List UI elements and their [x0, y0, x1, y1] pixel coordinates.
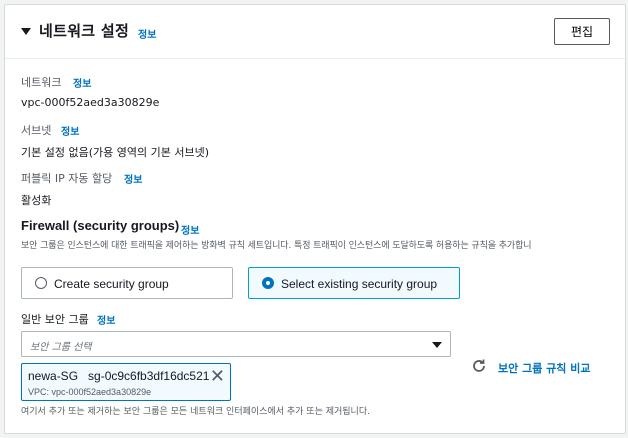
public-ip-value: 활성화 — [21, 194, 52, 207]
network-value: vpc-000f52aed3a30829e — [21, 96, 160, 109]
select-placeholder: 보안 그룹 선택 — [30, 342, 92, 353]
public-ip-label: 퍼블릭 IP 자동 할당 — [21, 172, 113, 185]
select-existing-sg-label: Select existing security group — [281, 277, 438, 291]
token-name: newa-SG sg-0c9c6fb3df16dc521 — [28, 369, 210, 383]
token-vpc: VPC: vpc-000f52aed3a30829e — [28, 387, 152, 397]
network-info-link[interactable]: 정보 — [73, 75, 91, 90]
firewall-info-link[interactable]: 정보 — [181, 222, 199, 237]
public-ip-info-link[interactable]: 정보 — [124, 171, 142, 186]
compare-sg-rules-button[interactable]: 보안 그룹 규칙 비교 — [471, 357, 611, 377]
title-info-link[interactable]: 정보 — [138, 26, 156, 41]
compare-sg-rules-label: 보안 그룹 규칙 비교 — [498, 362, 591, 375]
radio-select-existing-sg[interactable] — [262, 277, 274, 289]
chevron-down-icon[interactable] — [432, 342, 442, 348]
panel-header: 네트워크 설정 정보 편집 — [5, 5, 625, 59]
common-sg-label: 일반 보안 그룹 — [21, 313, 89, 326]
common-sg-info-link[interactable]: 정보 — [97, 312, 115, 327]
create-security-group-option[interactable]: Create security group — [21, 267, 233, 299]
select-existing-security-group-option[interactable]: Select existing security group — [248, 267, 460, 299]
subnet-info-link[interactable]: 정보 — [61, 123, 79, 138]
security-group-footnote: 여기서 추가 또는 제거하는 보안 그룹은 모든 네트워크 인터페이스에서 추가… — [21, 407, 370, 417]
create-sg-label: Create security group — [54, 277, 169, 291]
radio-create-sg[interactable] — [35, 277, 47, 289]
close-icon[interactable]: ✕ — [210, 366, 225, 386]
subnet-value: 기본 설정 없음(가용 영역의 기본 서브넷) — [21, 146, 209, 159]
network-label: 네트워크 — [21, 76, 62, 89]
edit-button[interactable]: 편집 — [554, 18, 610, 45]
firewall-description: 보안 그룹은 인스턴스에 대한 트래픽을 제어하는 방화벽 규칙 세트입니다. … — [21, 241, 532, 251]
selected-sg-token: newa-SG sg-0c9c6fb3df16dc521 VPC: vpc-00… — [21, 363, 231, 401]
network-settings-panel: 네트워크 설정 정보 편집 네트워크 정보 vpc-000f52aed3a308… — [4, 4, 626, 434]
page-title: 네트워크 설정 — [39, 22, 130, 40]
security-group-select[interactable]: 보안 그룹 선택 — [21, 331, 451, 357]
firewall-title: Firewall (security groups) — [21, 218, 180, 233]
subnet-label: 서브넷 — [21, 124, 52, 137]
refresh-icon — [473, 359, 485, 372]
caret-down-icon[interactable] — [21, 28, 31, 35]
